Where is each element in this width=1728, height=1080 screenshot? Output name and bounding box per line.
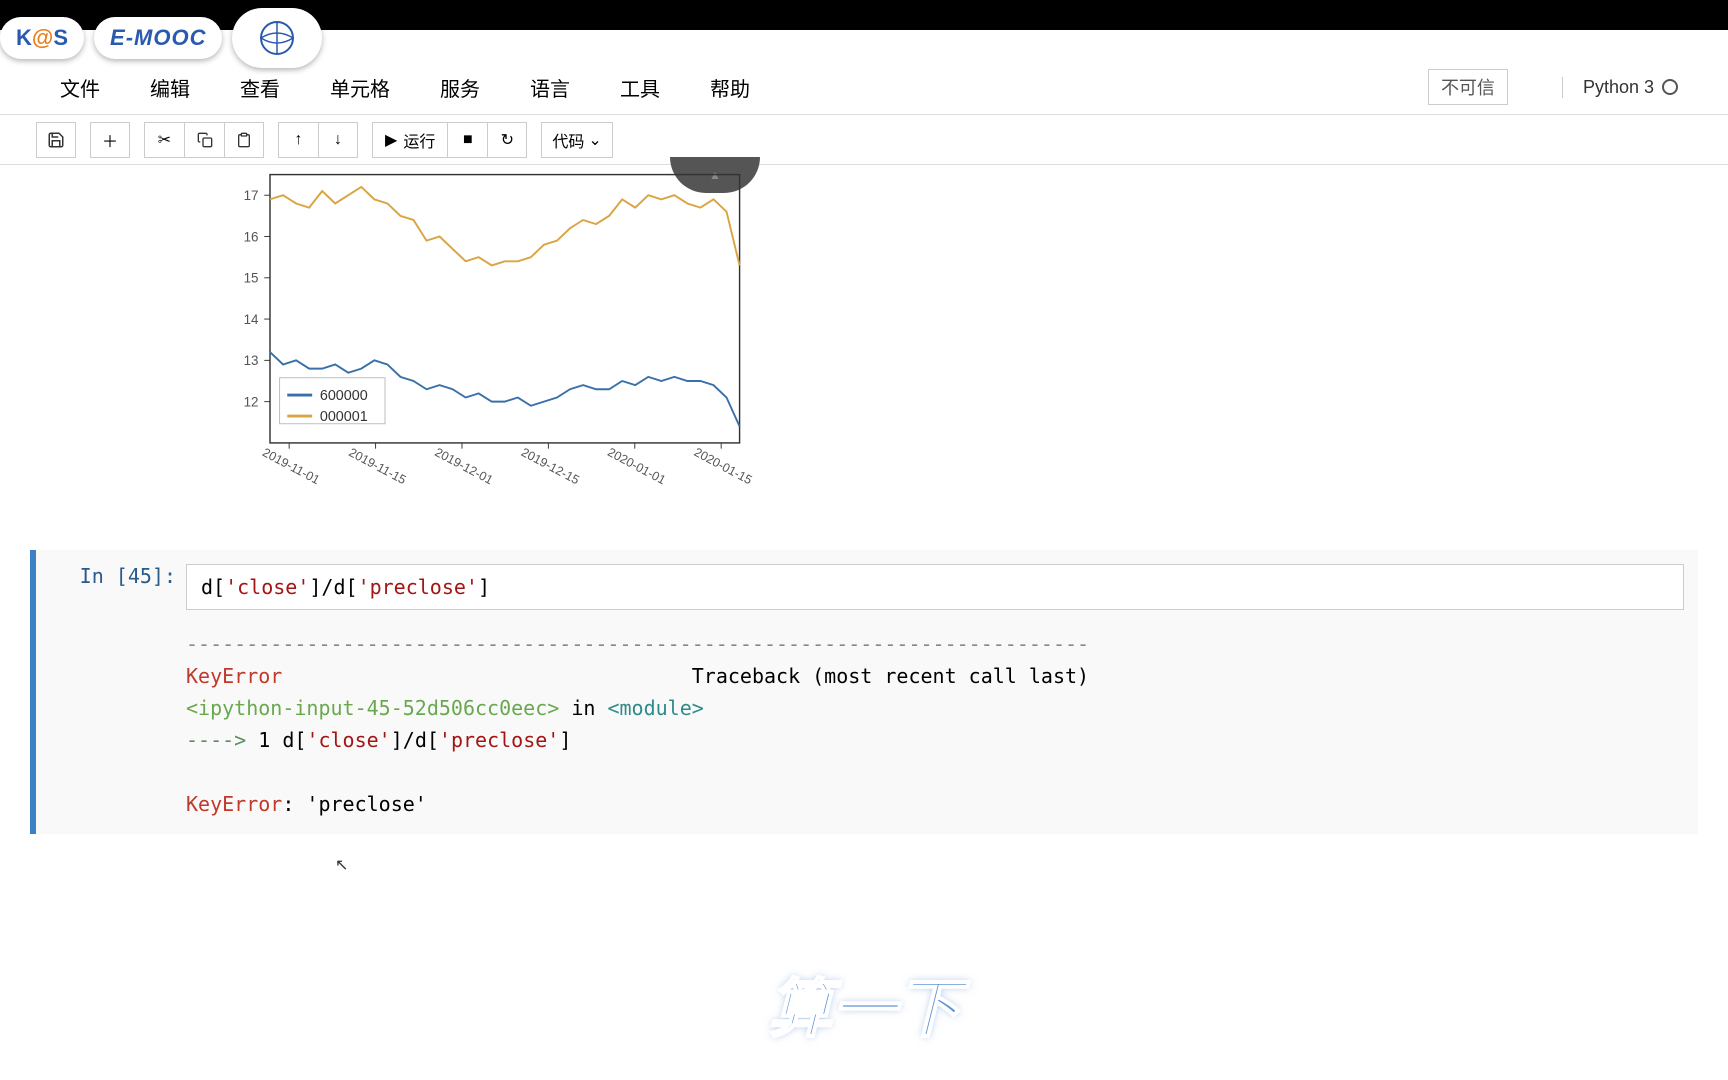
add-cell-button[interactable]: ＋ <box>90 122 130 158</box>
menu-kernel[interactable]: 服务 <box>430 67 490 108</box>
menubar: 文件 编辑 查看 单元格 服务 语言 工具 帮助 不可信 Python 3 <box>0 60 1728 115</box>
run-label: 运行 <box>403 128 435 152</box>
svg-text:2019-11-01: 2019-11-01 <box>260 445 322 487</box>
celltype-select[interactable]: 代码 ⌄ <box>541 122 612 158</box>
arrow-down-icon: ↓ <box>334 131 342 149</box>
play-icon: ▶ <box>385 130 397 150</box>
stop-icon: ■ <box>463 131 473 149</box>
arrow-up-icon: ↑ <box>295 131 303 149</box>
code-cell[interactable]: In [45]: d['close']/d['preclose'] ------… <box>30 550 1698 834</box>
mouse-cursor: ↖ <box>335 855 348 875</box>
paste-button[interactable] <box>224 122 264 158</box>
line-chart: 12 13 14 15 16 17 2019-11-01 2019-11-15 2019-12-… <box>200 165 800 510</box>
chevron-down-icon: ⌄ <box>588 130 601 150</box>
svg-text:14: 14 <box>244 312 259 327</box>
cell-prompt: In [45]: <box>36 550 186 834</box>
svg-text:000001: 000001 <box>320 409 368 425</box>
svg-text:15: 15 <box>244 271 259 286</box>
video-caption: 算一下 <box>768 958 960 1050</box>
menu-cell[interactable]: 单元格 <box>320 67 400 108</box>
svg-text:2019-12-01: 2019-12-01 <box>432 445 495 487</box>
cut-button[interactable]: ✂ <box>144 122 184 158</box>
svg-text:17: 17 <box>244 188 259 203</box>
menu-edit[interactable]: 编辑 <box>140 67 200 108</box>
menu-help[interactable]: 帮助 <box>700 67 760 108</box>
kernel-status-icon <box>1662 79 1678 95</box>
svg-text:600000: 600000 <box>320 388 368 404</box>
stop-button[interactable]: ■ <box>447 122 487 158</box>
chart-output: 12 13 14 15 16 17 2019-11-01 2019-11-15 2019-12-… <box>200 165 1698 510</box>
toolbar: ＋ ✂ ↑ ↓ ▶ 运行 ■ ↻ 代码 ⌄ <box>0 115 1728 165</box>
svg-text:2020-01-01: 2020-01-01 <box>605 445 668 487</box>
run-button[interactable]: ▶ 运行 <box>372 122 447 158</box>
kernel-indicator[interactable]: Python 3 <box>1562 77 1678 98</box>
menu-file[interactable]: 文件 <box>50 67 110 108</box>
move-down-button[interactable]: ↓ <box>318 122 358 158</box>
cell-output: ----------------------------------------… <box>186 628 1684 820</box>
trusted-badge[interactable]: 不可信 <box>1428 69 1508 105</box>
kernel-name: Python 3 <box>1583 77 1654 98</box>
menu-language[interactable]: 语言 <box>520 67 580 108</box>
notebook-area: ▲ 1213141516172019-11-012019-11-152019-1… <box>0 165 1728 834</box>
save-button[interactable] <box>36 122 76 158</box>
svg-text:2020-01-15: 2020-01-15 <box>692 445 755 487</box>
svg-text:2019-11-15: 2019-11-15 <box>346 445 408 487</box>
logo-kas: K@S <box>0 17 84 59</box>
celltype-label: 代码 <box>552 128 584 152</box>
cut-icon: ✂ <box>158 130 171 150</box>
move-up-button[interactable]: ↑ <box>278 122 318 158</box>
restart-icon: ↻ <box>501 130 514 150</box>
plus-icon: ＋ <box>102 128 118 152</box>
menu-view[interactable]: 查看 <box>230 67 290 108</box>
logo-emooc: E-MOOC <box>94 17 222 59</box>
svg-text:16: 16 <box>244 229 259 244</box>
restart-button[interactable]: ↻ <box>487 122 527 158</box>
logo-row: K@S E-MOOC <box>0 8 322 68</box>
svg-text:12: 12 <box>244 394 259 409</box>
svg-text:13: 13 <box>244 353 259 368</box>
svg-text:2019-12-15: 2019-12-15 <box>519 445 582 487</box>
copy-button[interactable] <box>184 122 224 158</box>
menu-tools[interactable]: 工具 <box>610 67 670 108</box>
logo-knowledge-share <box>232 8 322 68</box>
code-input[interactable]: d['close']/d['preclose'] <box>186 564 1684 610</box>
